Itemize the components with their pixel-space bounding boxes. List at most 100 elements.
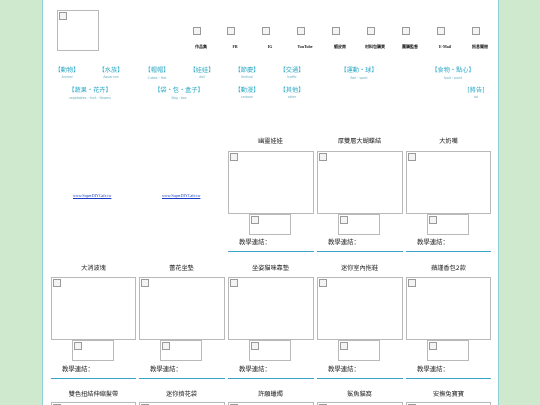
tutorial-link[interactable]: 教學連結： [239, 364, 271, 373]
category-sublabel: festival [241, 75, 253, 79]
page-container: 作品集 FB IG YouTube 蝦皮商 材料包購買 團購監督 E-Mail … [42, 0, 499, 405]
product-title[interactable]: 大奶嘴 [406, 136, 491, 145]
category-sublabel: cartoon [240, 95, 254, 99]
product-image[interactable] [51, 277, 136, 340]
divider [406, 251, 491, 253]
category-hat[interactable]: 【帽帽】 Cubes・Hat [141, 65, 173, 80]
site-logo-image[interactable] [57, 10, 99, 51]
nav-instagram[interactable]: IG [253, 26, 287, 52]
nav-email[interactable]: E-Mail [428, 26, 462, 52]
product-title[interactable]: 厚雙層大蝴蝶結 [317, 136, 402, 145]
product-thumbnail[interactable] [338, 340, 380, 361]
product-image[interactable] [317, 277, 403, 340]
product-image[interactable] [139, 277, 225, 340]
nav-youtube[interactable]: YouTube [288, 26, 322, 52]
category-label: 【動漫】 [234, 87, 260, 94]
divider [139, 378, 225, 380]
category-other[interactable]: 【其他】 other [276, 85, 308, 99]
nav-shopee[interactable]: 蝦皮商 [323, 26, 357, 52]
category-sublabel: Aquarium [103, 75, 119, 79]
product-image[interactable] [317, 151, 403, 214]
tutorial-link[interactable]: 教學連結： [62, 364, 94, 373]
product-thumbnail[interactable] [249, 340, 291, 361]
product-title[interactable]: 坐姿貓咪靠墊 [228, 263, 313, 272]
site-link[interactable]: www.SuperDIYCafe.tw [73, 193, 111, 198]
product-image[interactable] [406, 151, 491, 214]
category-doll[interactable]: 【娃娃】 doll [186, 65, 218, 79]
category-traffic[interactable]: 【交通】 traffic [276, 65, 308, 79]
product-title[interactable]: 雙色扭結伸縮髮帶 [51, 389, 136, 398]
product-title[interactable]: 迷你擠花袋 [139, 389, 224, 398]
category-animal[interactable]: 【動物】 Animal [51, 65, 83, 79]
email-icon [436, 26, 454, 44]
category-sublabel: Cubes・Hat [147, 76, 167, 80]
category-sublabel: Ball・sport [350, 76, 368, 80]
product-title[interactable]: 許願蠟燭 [228, 389, 313, 398]
category-label: 【蔬果・花卉】 [68, 87, 112, 94]
divider [51, 378, 136, 380]
category-food[interactable]: 【食物・點心】 food・point [423, 65, 483, 80]
site-link[interactable]: www.SuperDIYCafe.tw [162, 193, 200, 198]
category-label: 【帽帽】 [144, 67, 170, 74]
product-title[interactable]: 安撫兔寶寶 [406, 389, 491, 398]
category-aquarium[interactable]: 【水族】 Aquarium [95, 65, 127, 79]
product-image[interactable] [406, 277, 491, 340]
divider [406, 378, 491, 380]
instagram-icon [261, 26, 279, 44]
category-vegetables[interactable]: 【蔬果・花卉】 vegetables・fruit・flowers [65, 85, 115, 100]
product-thumbnail[interactable] [249, 214, 291, 235]
product-thumbnail[interactable] [338, 214, 380, 235]
divider [317, 251, 403, 253]
category-label: 【運動・球】 [340, 67, 378, 74]
category-cartoon[interactable]: 【動漫】 cartoon [231, 85, 263, 99]
category-sublabel: vegetables・fruit・flowers [68, 96, 112, 100]
nav-label: 材料包購買 [365, 44, 385, 49]
category-festival[interactable]: 【節慶】 festival [231, 65, 263, 79]
product-title[interactable]: 幽靈娃娃 [228, 136, 313, 145]
category-sublabel: other [287, 95, 297, 99]
nav-label: YouTube [297, 44, 313, 49]
category-sublabel: Animal [61, 75, 73, 79]
product-title[interactable]: 鯊魚貓窩 [317, 389, 402, 398]
divider [228, 378, 314, 380]
product-title[interactable]: 蕾花坐墊 [139, 263, 224, 272]
nav-group-buy[interactable]: 團購監督 [393, 26, 427, 52]
tutorial-link[interactable]: 教學連結： [150, 364, 182, 373]
tutorial-link[interactable]: 教學連結： [417, 237, 449, 246]
category-ad[interactable]: [將告] ad [461, 85, 491, 99]
nav-material-kit[interactable]: 材料包購買 [358, 26, 392, 52]
category-sublabel: Bag・box [171, 96, 187, 100]
category-label: 【動物】 [54, 67, 80, 74]
tutorial-link[interactable]: 教學連結： [417, 364, 449, 373]
product-thumbnail[interactable] [427, 340, 469, 361]
nav-label: 作品集 [195, 44, 207, 49]
material-kit-icon [366, 26, 384, 44]
group-buy-icon [401, 26, 419, 44]
category-bag[interactable]: 【袋・包・盒子】 Bag・box [151, 85, 207, 100]
product-title[interactable]: 蘋謹香包2款 [406, 263, 491, 272]
product-image[interactable] [228, 151, 314, 214]
category-label: 【其他】 [279, 87, 305, 94]
nav-label: 團購監督 [402, 44, 418, 49]
product-image[interactable] [228, 277, 314, 340]
category-sport[interactable]: 【運動・球】 Ball・sport [337, 65, 381, 80]
tutorial-link[interactable]: 教學連結： [239, 237, 271, 246]
nav-facebook[interactable]: FB [218, 26, 252, 52]
product-thumbnail[interactable] [427, 214, 469, 235]
nav-label: FB [232, 44, 238, 49]
product-thumbnail[interactable] [160, 340, 202, 361]
youtube-icon [296, 26, 314, 44]
nav-portfolio[interactable]: 作品集 [184, 26, 218, 52]
category-label: 【節慶】 [234, 67, 260, 74]
tutorial-link[interactable]: 教學連結： [328, 237, 360, 246]
category-sublabel: food・point [443, 76, 463, 80]
product-title[interactable]: 迷你室內拖鞋 [317, 263, 402, 272]
nav-message[interactable]: 訊息關閉 [463, 26, 497, 52]
product-title[interactable]: 大消波塊 [51, 263, 136, 272]
product-thumbnail[interactable] [72, 340, 114, 361]
nav-label: E-Mail [439, 44, 451, 49]
category-label: 【食物・點心】 [431, 67, 475, 74]
category-label: 【水族】 [98, 67, 124, 74]
category-sublabel: traffic [287, 75, 297, 79]
tutorial-link[interactable]: 教學連結： [328, 364, 360, 373]
